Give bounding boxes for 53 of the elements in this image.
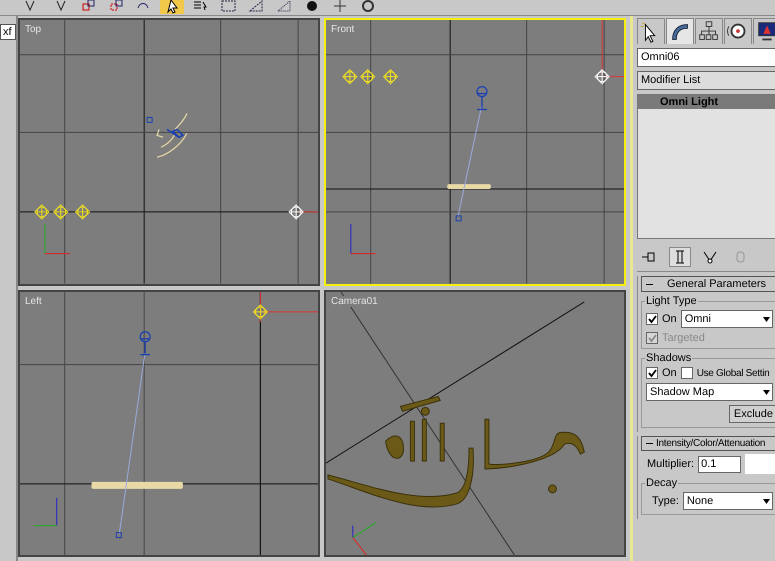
- light-icon: [34, 204, 50, 220]
- axis-tripod-icon: [352, 522, 376, 538]
- text-field[interactable]: xf: [0, 24, 16, 40]
- stack-item[interactable]: Omni Light: [638, 95, 775, 109]
- light-icon: [288, 204, 318, 220]
- calligraphy-outline-drawing: [156, 112, 188, 158]
- target-icon: [146, 116, 153, 123]
- arc-icon[interactable]: [666, 18, 694, 44]
- caret-icon: [763, 498, 770, 504]
- x-axis-line: [352, 536, 368, 555]
- camera-icon: [476, 86, 488, 110]
- group-label: Decay: [645, 477, 678, 489]
- axis-tripod-icon: [33, 496, 58, 526]
- group-label: Light Type: [645, 295, 698, 307]
- checkbox-label: Use Global Settin: [696, 368, 770, 378]
- light-icon: [360, 69, 376, 84]
- camera-icon: [166, 128, 184, 138]
- modifier-list-dropdown[interactable]: Modifier List: [637, 71, 775, 90]
- checkbox-label: On: [662, 367, 677, 379]
- light-icon: [252, 292, 318, 322]
- checkbox-label: Targeted: [662, 332, 705, 344]
- camera-icon: [140, 330, 151, 355]
- light-type-dropdown[interactable]: Omni: [680, 310, 773, 328]
- checkbox[interactable]: [680, 367, 693, 379]
- light-icon: [382, 69, 398, 84]
- target-icon: [456, 215, 462, 222]
- checkbox[interactable]: [646, 367, 658, 379]
- group-label: Shadows: [645, 352, 692, 364]
- light-icon: [594, 20, 624, 84]
- target-icon: [116, 532, 122, 538]
- light-icon: [342, 69, 358, 84]
- axis-tripod-icon: [350, 223, 376, 254]
- light-icon: [74, 204, 90, 220]
- calligraphy-model: [447, 184, 491, 190]
- multiplier-spinner[interactable]: 0.1: [698, 456, 741, 472]
- exclude-button[interactable]: Exclude: [728, 405, 775, 423]
- field-label: Type:: [652, 495, 679, 507]
- shadow-type-dropdown[interactable]: Shadow Map: [646, 383, 773, 401]
- light-icon: [53, 204, 68, 220]
- decay-type-dropdown[interactable]: None: [682, 492, 773, 510]
- caret-icon: [763, 390, 770, 394]
- axis-tripod-icon: [44, 223, 70, 254]
- color-swatch[interactable]: [745, 454, 775, 474]
- rollout-header[interactable]: Intensity/Color/Attenuation: [641, 436, 775, 451]
- hierarchy-icon[interactable]: [695, 18, 723, 44]
- rollout-header[interactable]: General Parameters: [641, 276, 775, 292]
- checkbox-label: On: [662, 313, 677, 325]
- checkbox[interactable]: [646, 313, 658, 325]
- object-name-field[interactable]: Omni06: [637, 48, 775, 67]
- monitor-icon[interactable]: [753, 18, 775, 44]
- pipe-icon[interactable]: [669, 247, 691, 267]
- caret-icon: [763, 316, 770, 322]
- field-label: Multiplier:: [647, 458, 694, 470]
